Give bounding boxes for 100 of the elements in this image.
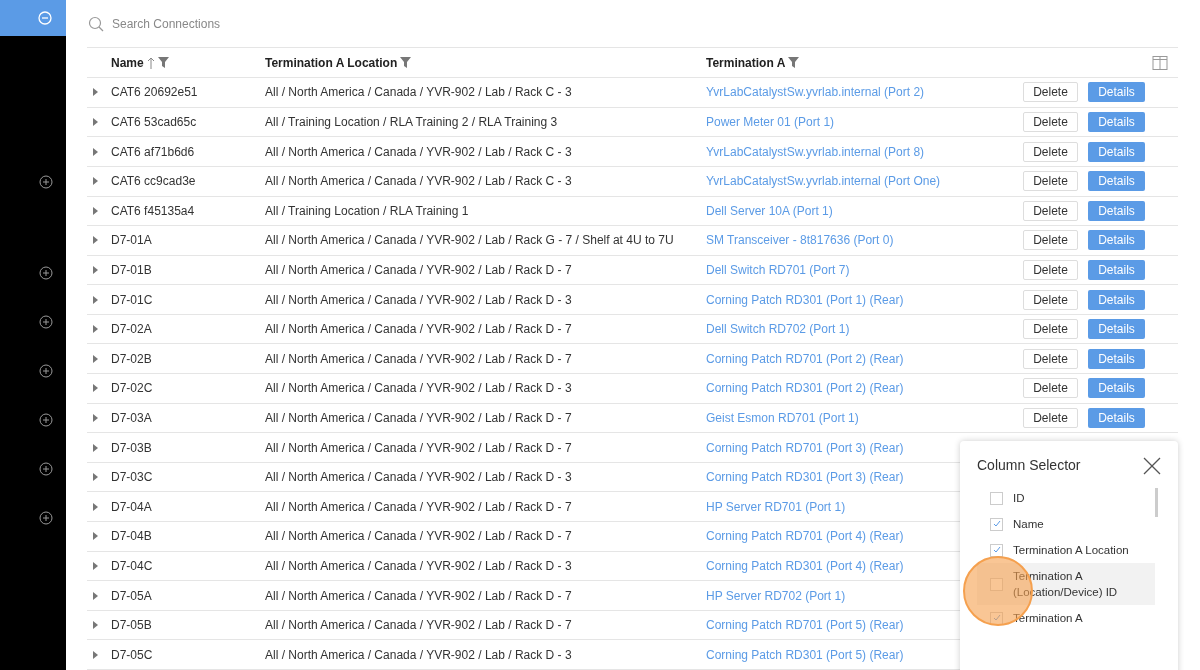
- table-cell: All / North America / Canada / YVR-902 / Lab / Rack D - 3: [265, 292, 572, 307]
- column-option[interactable]: Termination A Location: [977, 537, 1155, 563]
- delete-button[interactable]: Delete: [1023, 319, 1078, 340]
- plus-circle-icon[interactable]: [39, 266, 53, 280]
- expand-icon[interactable]: [93, 266, 98, 274]
- details-button[interactable]: Details: [1088, 260, 1145, 280]
- termination-link[interactable]: Corning Patch RD301 (Port 2) (Rear): [706, 381, 904, 396]
- column-header[interactable]: Name: [111, 53, 144, 72]
- expand-icon[interactable]: [93, 561, 98, 570]
- column-header[interactable]: Termination A: [706, 53, 786, 72]
- checkbox[interactable]: [990, 611, 1003, 625]
- expand-icon[interactable]: [93, 650, 98, 659]
- termination-link[interactable]: Dell Switch RD701 (Port 7): [706, 263, 850, 277]
- details-button[interactable]: Details: [1088, 319, 1145, 340]
- termination-link[interactable]: HP Server RD702 (Port 1): [706, 588, 846, 603]
- table-cell: All / North America / Canada / YVR-902 / Lab / Rack D - 7: [265, 263, 572, 277]
- details-button[interactable]: Details: [1088, 289, 1145, 310]
- filter-icon[interactable]: [788, 57, 800, 69]
- expand-icon[interactable]: [93, 236, 98, 245]
- termination-link[interactable]: Power Meter 01 (Port 1): [706, 115, 835, 129]
- termination-link[interactable]: YvrLabCatalystSw.yvrlab.internal (Port One): [706, 174, 941, 189]
- plus-circle-icon[interactable]: [39, 364, 53, 378]
- expand-icon[interactable]: [93, 473, 98, 482]
- termination-link[interactable]: YvrLabCatalystSw.yvrlab.internal (Port 2): [706, 85, 925, 100]
- search-field[interactable]: Search Connections: [87, 0, 1178, 48]
- termination-link[interactable]: YvrLabCatalystSw.yvrlab.internal (Port 8): [706, 144, 925, 159]
- close-icon[interactable]: [1143, 456, 1161, 475]
- plus-circle-icon[interactable]: [39, 413, 53, 427]
- delete-button[interactable]: Delete: [1023, 378, 1078, 399]
- expand-icon[interactable]: [93, 295, 98, 304]
- termination-link[interactable]: Corning Patch RD701 (Port 4) (Rear): [706, 529, 904, 544]
- termination-link[interactable]: Dell Server 10A (Port 1): [706, 203, 833, 218]
- details-button[interactable]: Details: [1088, 200, 1145, 221]
- expand-icon[interactable]: [93, 413, 98, 422]
- expand-icon[interactable]: [93, 502, 98, 511]
- details-button[interactable]: Details: [1088, 82, 1145, 103]
- details-button[interactable]: Details: [1088, 378, 1145, 399]
- expand-icon[interactable]: [93, 88, 98, 97]
- details-button[interactable]: Details: [1088, 348, 1145, 369]
- delete-button[interactable]: Delete: [1023, 407, 1078, 428]
- column-option[interactable]: Name: [977, 511, 1155, 537]
- termination-link[interactable]: Corning Patch RD301 (Port 3) (Rear): [706, 470, 904, 485]
- table-cell: All / North America / Canada / YVR-902 / Lab / Rack D - 7: [265, 440, 572, 455]
- expand-icon[interactable]: [93, 354, 98, 363]
- delete-button[interactable]: Delete: [1023, 171, 1078, 192]
- filter-icon[interactable]: [157, 57, 169, 69]
- details-button[interactable]: Details: [1088, 141, 1145, 162]
- table-cell: All / North America / Canada / YVR-902 / Lab / Rack D - 3: [265, 647, 572, 662]
- table-cell: All / North America / Canada / YVR-902 / Lab / Rack G - 7 / Shelf at 4U to 7U: [265, 233, 674, 248]
- delete-button[interactable]: Delete: [1023, 112, 1078, 132]
- expand-icon[interactable]: [93, 443, 98, 452]
- expand-icon[interactable]: [93, 591, 98, 600]
- delete-button[interactable]: Delete: [1023, 348, 1078, 369]
- expand-icon[interactable]: [93, 177, 98, 186]
- delete-button[interactable]: Delete: [1023, 200, 1078, 221]
- table-cell: All / North America / Canada / YVR-902 / Lab / Rack D - 7: [265, 499, 572, 514]
- expand-icon[interactable]: [93, 621, 98, 630]
- details-button[interactable]: Details: [1088, 230, 1145, 251]
- termination-link[interactable]: Corning Patch RD701 (Port 3) (Rear): [706, 440, 904, 455]
- termination-link[interactable]: Corning Patch RD301 (Port 4) (Rear): [706, 558, 904, 573]
- expand-icon[interactable]: [93, 206, 98, 215]
- termination-link[interactable]: Geist Esmon RD701 (Port 1): [706, 410, 859, 425]
- termination-link[interactable]: Dell Switch RD702 (Port 1): [706, 322, 850, 337]
- plus-circle-icon[interactable]: [39, 462, 53, 476]
- expand-icon[interactable]: [93, 325, 98, 334]
- delete-button[interactable]: Delete: [1023, 230, 1078, 251]
- details-button[interactable]: Details: [1088, 171, 1145, 192]
- details-button[interactable]: Details: [1088, 407, 1145, 428]
- panel-title: Column Selector: [977, 456, 1081, 475]
- checkbox[interactable]: [990, 491, 1003, 505]
- delete-button[interactable]: Delete: [1023, 260, 1078, 280]
- column-option[interactable]: ID: [977, 485, 1155, 511]
- columns-icon[interactable]: [1152, 54, 1168, 71]
- plus-circle-icon[interactable]: [39, 175, 53, 189]
- termination-link[interactable]: Corning Patch RD301 (Port 1) (Rear): [706, 292, 904, 307]
- details-button[interactable]: Details: [1088, 112, 1145, 132]
- delete-button[interactable]: Delete: [1023, 141, 1078, 162]
- expand-icon[interactable]: [93, 147, 98, 156]
- plus-circle-icon[interactable]: [39, 511, 53, 525]
- filter-icon[interactable]: [400, 57, 412, 69]
- termination-link[interactable]: Corning Patch RD701 (Port 2) (Rear): [706, 351, 904, 366]
- termination-link[interactable]: SM Transceiver - 8t817636 (Port 0): [706, 233, 894, 248]
- search-icon: [88, 15, 104, 32]
- sort-ascending-icon[interactable]: [146, 56, 155, 69]
- search-input[interactable]: Search Connections: [112, 14, 412, 33]
- scrollbar[interactable]: [1155, 488, 1158, 517]
- termination-link[interactable]: HP Server RD701 (Port 1): [706, 499, 846, 514]
- table-cell: All / North America / Canada / YVR-902 / Lab / Rack D - 3: [265, 558, 572, 573]
- termination-link[interactable]: Corning Patch RD701 (Port 5) (Rear): [706, 618, 904, 633]
- expand-icon[interactable]: [93, 384, 98, 393]
- expand-icon[interactable]: [93, 532, 98, 541]
- plus-circle-icon[interactable]: [39, 315, 53, 329]
- checkbox[interactable]: [990, 543, 1003, 557]
- delete-button[interactable]: Delete: [1023, 289, 1078, 310]
- checkbox[interactable]: [990, 517, 1003, 531]
- termination-link[interactable]: Corning Patch RD301 (Port 5) (Rear): [706, 647, 904, 662]
- column-header[interactable]: Termination A Location: [265, 53, 398, 72]
- table-cell: All / North America / Canada / YVR-902 / Lab / Rack D - 7: [265, 351, 572, 366]
- delete-button[interactable]: Delete: [1023, 82, 1078, 103]
- expand-icon[interactable]: [93, 118, 98, 126]
